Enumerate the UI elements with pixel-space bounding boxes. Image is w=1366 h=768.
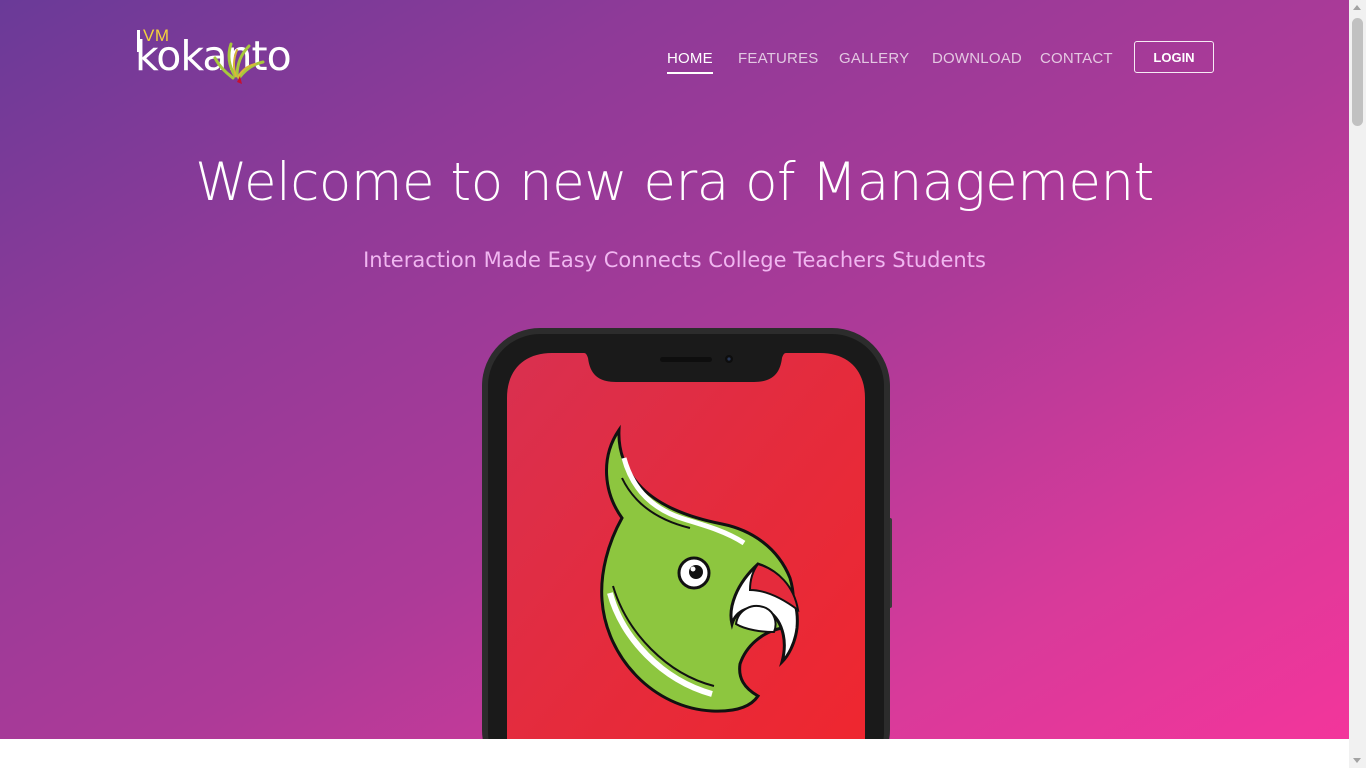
nav-download[interactable]: DOWNLOAD <box>932 50 1022 67</box>
nav-features[interactable]: FEATURES <box>738 50 819 67</box>
scroll-up-icon[interactable] <box>1353 5 1361 10</box>
hero-subtitle: Interaction Made Easy Connects College T… <box>363 248 986 272</box>
hero-section: VM kokanto HOME FEATURES GALLERY DOWNLOA… <box>0 0 1349 739</box>
next-section <box>0 739 1349 768</box>
nav-gallery[interactable]: GALLERY <box>839 50 909 67</box>
hero-title: Welcome to new era of Management <box>195 152 1154 213</box>
phone-mockup <box>482 328 892 739</box>
login-button[interactable]: LOGIN <box>1134 41 1214 73</box>
nav-home[interactable]: HOME <box>667 50 713 74</box>
page-scrollbar[interactable] <box>1349 0 1366 768</box>
scroll-down-icon[interactable] <box>1353 758 1361 763</box>
nav-contact[interactable]: CONTACT <box>1040 50 1113 67</box>
scrollbar-thumb[interactable] <box>1352 18 1363 126</box>
